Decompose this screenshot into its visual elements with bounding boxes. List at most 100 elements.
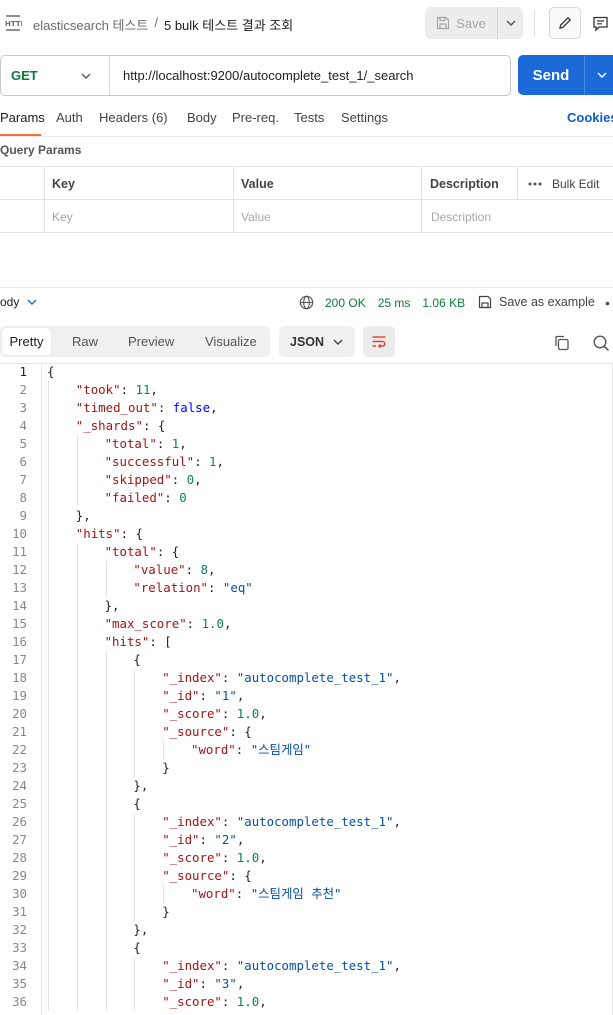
- description-input[interactable]: Description: [431, 200, 491, 233]
- code-token: :: [194, 454, 210, 469]
- format-label: JSON: [290, 334, 325, 349]
- tab-body[interactable]: Body: [187, 110, 217, 125]
- code-token: }: [162, 760, 170, 775]
- copy-icon[interactable]: [553, 334, 571, 352]
- indent-guide: [163, 741, 165, 759]
- code-line: 31}: [0, 903, 613, 921]
- send-options-button[interactable]: [585, 55, 613, 95]
- code-line: 21 "_source": {: [0, 723, 613, 741]
- cookies-link[interactable]: Cookies: [567, 110, 613, 125]
- indent-guide: [134, 957, 136, 1011]
- tab-auth[interactable]: Auth: [56, 110, 83, 125]
- code-token: 0: [179, 490, 187, 505]
- view-preview[interactable]: Preview: [128, 326, 174, 357]
- view-visualize[interactable]: Visualize: [205, 326, 257, 357]
- code-token: "_index": [162, 814, 222, 829]
- tab-settings[interactable]: Settings: [341, 110, 388, 125]
- indent-guide: [76, 543, 78, 1011]
- tab-params[interactable]: Params: [0, 110, 45, 125]
- code-token: "스팀게임": [250, 742, 312, 757]
- code-token: },: [133, 922, 149, 937]
- code-token: ,: [150, 382, 158, 397]
- save-button[interactable]: Save: [425, 7, 498, 39]
- code-text: "_id": "2",: [162, 831, 244, 849]
- code-token: ,: [179, 436, 187, 451]
- code-token: ,: [259, 994, 267, 1009]
- response-body-dropdown[interactable]: ody: [0, 295, 37, 309]
- globe-icon[interactable]: [299, 295, 314, 310]
- column-header-key: Key: [52, 176, 75, 191]
- code-token: "word": [191, 886, 236, 901]
- code-token: ,: [393, 814, 401, 829]
- indent-guide: [134, 813, 136, 921]
- save-options-button[interactable]: [498, 7, 523, 39]
- request-title[interactable]: 5 bulk 테스트 결과 조회: [164, 15, 293, 34]
- code-text: "_id": "1",: [162, 687, 244, 705]
- format-select[interactable]: JSON: [279, 326, 355, 357]
- code-text: "_score": 1.0,: [162, 849, 266, 867]
- view-pretty[interactable]: Pretty: [2, 328, 51, 355]
- bulk-edit-button[interactable]: Bulk Edit: [528, 167, 599, 200]
- query-params-table: Key Value Description Bulk Edit Key Valu…: [0, 166, 613, 233]
- response-body-code[interactable]: 1{2 "took": 11, 3 "timed_out": false, 4 "_sha…: [0, 362, 613, 1015]
- send-button[interactable]: Send: [518, 55, 585, 95]
- save-as-example-button[interactable]: Save as example: [478, 295, 595, 309]
- status-code[interactable]: 200 OK: [325, 296, 366, 310]
- code-line: 34 "_index": "autocomplete_test_1",: [0, 957, 613, 975]
- code-text: },: [76, 507, 91, 525]
- chevron-down-icon: [27, 299, 37, 305]
- code-token: "_id": [162, 832, 200, 847]
- code-token: :: [185, 562, 201, 577]
- line-number: 31: [12, 904, 27, 919]
- edit-button[interactable]: [549, 7, 581, 39]
- more-options-icon[interactable]: •: [605, 295, 610, 311]
- code-token: "relation": [133, 580, 208, 595]
- breadcrumb-collection[interactable]: elasticsearch 테스트: [33, 15, 148, 34]
- code-token: "autocomplete_test_1": [236, 958, 394, 973]
- code-token: "_score": [162, 706, 222, 721]
- bulk-edit-label: Bulk Edit: [552, 176, 600, 191]
- indent-guide: [105, 561, 107, 597]
- key-input[interactable]: Key: [52, 200, 73, 233]
- wrap-text-icon: [372, 335, 386, 348]
- url-input[interactable]: http://localhost:9200/autocomplete_test_…: [110, 68, 414, 83]
- method-select[interactable]: GET: [1, 56, 110, 95]
- code-token: "failed": [104, 490, 165, 505]
- line-number: 22: [12, 742, 27, 757]
- code-text: "word": "스팀게임 추천": [191, 885, 341, 903]
- code-line: 28 "_score": 1.0,: [0, 849, 613, 867]
- code-token: 1.0: [201, 616, 224, 631]
- line-number: 35: [12, 976, 27, 991]
- line-number: 34: [12, 958, 27, 973]
- comments-button[interactable]: [587, 9, 613, 37]
- code-text: "relation": "eq": [133, 579, 252, 597]
- view-raw[interactable]: Raw: [72, 326, 98, 357]
- send-button-group: Send: [518, 55, 613, 95]
- line-number: 21: [12, 724, 27, 739]
- code-text: "_index": "autocomplete_test_1",: [162, 669, 401, 687]
- code-text: "hits": {: [76, 525, 143, 543]
- table-row: Key Value Description: [0, 200, 613, 233]
- value-input[interactable]: Value: [241, 200, 271, 233]
- wrap-lines-button[interactable]: [363, 326, 395, 357]
- search-icon[interactable]: [592, 334, 610, 352]
- code-line: 36 "_score": 1.0,: [0, 993, 613, 1011]
- line-number: 27: [12, 832, 27, 847]
- code-line: 24},: [0, 777, 613, 795]
- line-number: 33: [12, 940, 27, 955]
- code-text: "_score": 1.0,: [162, 705, 266, 723]
- tab-headers[interactable]: Headers (6): [99, 110, 168, 125]
- code-token: : {: [156, 544, 180, 559]
- code-line: 25 {: [0, 795, 613, 813]
- tab-pre-request[interactable]: Pre-req.: [232, 110, 279, 125]
- code-text: "skipped": 0,: [105, 471, 202, 489]
- response-time[interactable]: 25 ms: [378, 296, 411, 310]
- response-size[interactable]: 1.06 KB: [422, 296, 465, 310]
- code-token: {: [133, 796, 141, 811]
- code-token: "successful": [104, 454, 195, 469]
- code-token: "autocomplete_test_1": [236, 814, 394, 829]
- code-token: ,: [210, 400, 218, 415]
- tab-tests[interactable]: Tests: [294, 110, 324, 125]
- code-text: "_index": "autocomplete_test_1",: [162, 813, 401, 831]
- line-number: 6: [19, 454, 27, 469]
